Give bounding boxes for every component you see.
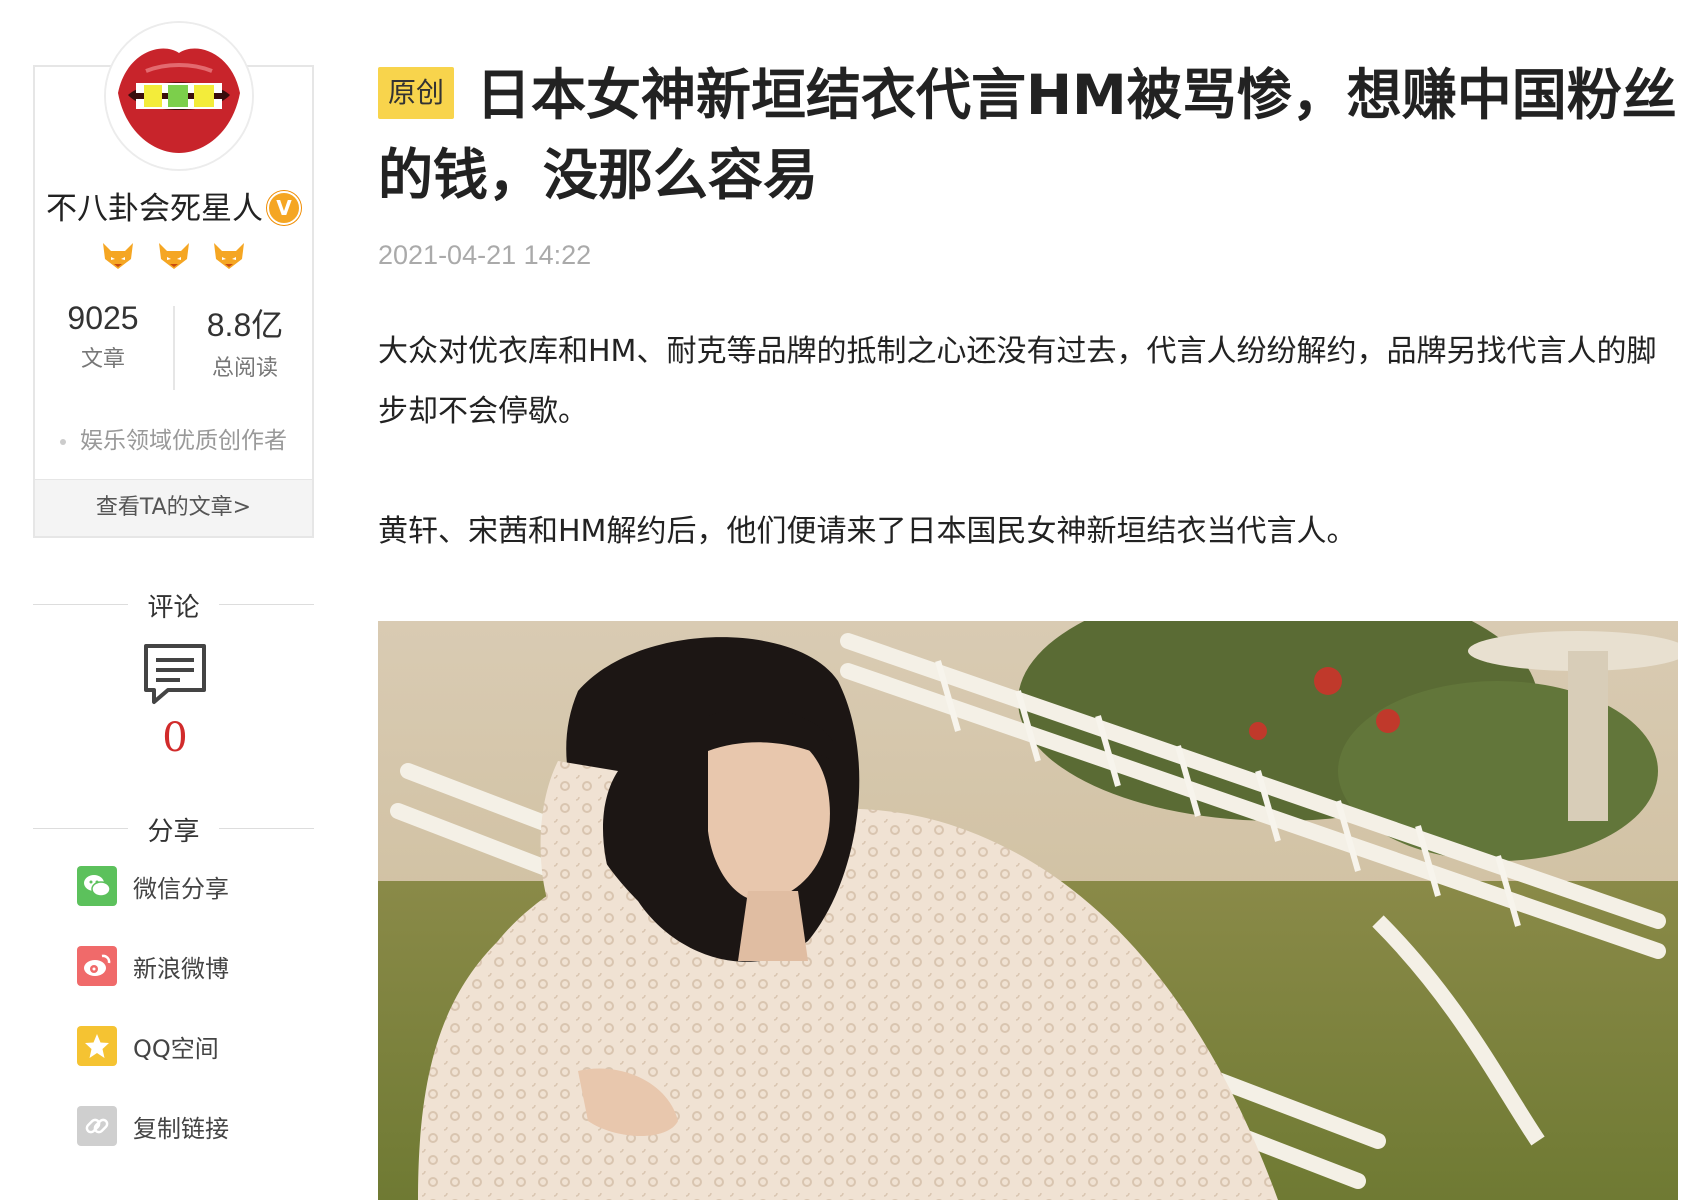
share-qzone-label: QQ空间: [133, 1034, 219, 1063]
fox-level-icon: [212, 241, 246, 275]
comment-count[interactable]: 0: [140, 715, 210, 761]
share-section-title: 分享: [33, 811, 314, 847]
qzone-icon: [77, 1026, 117, 1066]
comments-section-title: 评论: [33, 587, 314, 623]
weibo-icon: [77, 946, 117, 986]
divider-line: [33, 604, 128, 605]
link-icon: [77, 1106, 117, 1146]
wechat-icon: [77, 866, 117, 906]
author-name[interactable]: 不八卦会死星人: [46, 191, 263, 227]
original-tag: 原创: [378, 67, 455, 119]
comments-title: 评论: [147, 593, 200, 623]
comment-icon[interactable]: [140, 640, 210, 710]
article-title: 日本女神新垣结衣代言HM被骂惨，想赚中国粉丝的钱，没那么容易: [378, 63, 1677, 207]
share-qzone-button[interactable]: QQ空间: [77, 1024, 219, 1068]
stat-reads-label: 总阅读: [211, 356, 278, 381]
share-weibo-button[interactable]: 新浪微博: [77, 944, 229, 988]
share-title: 分享: [147, 817, 200, 847]
publish-time: 2021-04-21 14:22: [378, 240, 592, 270]
copy-link-button[interactable]: 复制链接: [77, 1104, 229, 1148]
stat-articles-label: 文章: [80, 347, 125, 372]
author-stats: 9025 文章 8.8亿 总阅读: [33, 300, 314, 392]
fox-level-icon: [157, 241, 191, 275]
fox-level-icon: [101, 241, 135, 275]
stat-articles-value: 9025: [67, 300, 139, 336]
verified-v-icon: V: [267, 191, 301, 225]
article-title-block: 原创 日本女神新垣结衣代言HM被骂惨，想赚中国粉丝的钱，没那么容易: [378, 55, 1678, 215]
avatar-lips-image: [106, 23, 252, 169]
share-wechat-button[interactable]: 微信分享: [77, 864, 229, 908]
stat-reads: 8.8亿 总阅读: [175, 300, 315, 382]
share-wechat-label: 微信分享: [133, 874, 229, 903]
avatar[interactable]: [104, 21, 254, 171]
article-paragraph: 黄轩、宋茜和HM解约后，他们便请来了日本国民女神新垣结衣当代言人。: [378, 514, 1357, 549]
divider-line: [219, 604, 314, 605]
share-weibo-label: 新浪微博: [133, 954, 229, 983]
stat-articles: 9025 文章: [33, 300, 173, 373]
author-name-row[interactable]: 不八卦会死星人 V: [33, 183, 314, 228]
author-tag-text: 娱乐领域优质创作者: [80, 428, 287, 454]
divider-line: [33, 828, 128, 829]
stat-reads-value: 8.8亿: [206, 307, 284, 343]
article-photo: [378, 621, 1678, 1200]
article-paragraph: 大众对优衣库和HM、耐克等品牌的抵制之心还没有过去，代言人纷纷解约，品牌另找代言…: [378, 334, 1657, 429]
article-page: 查看TA的文章> 不八卦会死星人 V 9025 文章 8.8亿 总阅读 娱乐领域…: [0, 0, 1700, 1200]
bullet-dot: [60, 438, 66, 445]
copy-link-label: 复制链接: [133, 1114, 229, 1143]
view-author-articles-link[interactable]: 查看TA的文章>: [35, 479, 312, 536]
author-levels: [33, 241, 314, 275]
photo-woman-on-lounge-chair: [378, 621, 1678, 1200]
author-tag: 娱乐领域优质创作者: [33, 421, 314, 455]
divider-line: [219, 828, 314, 829]
